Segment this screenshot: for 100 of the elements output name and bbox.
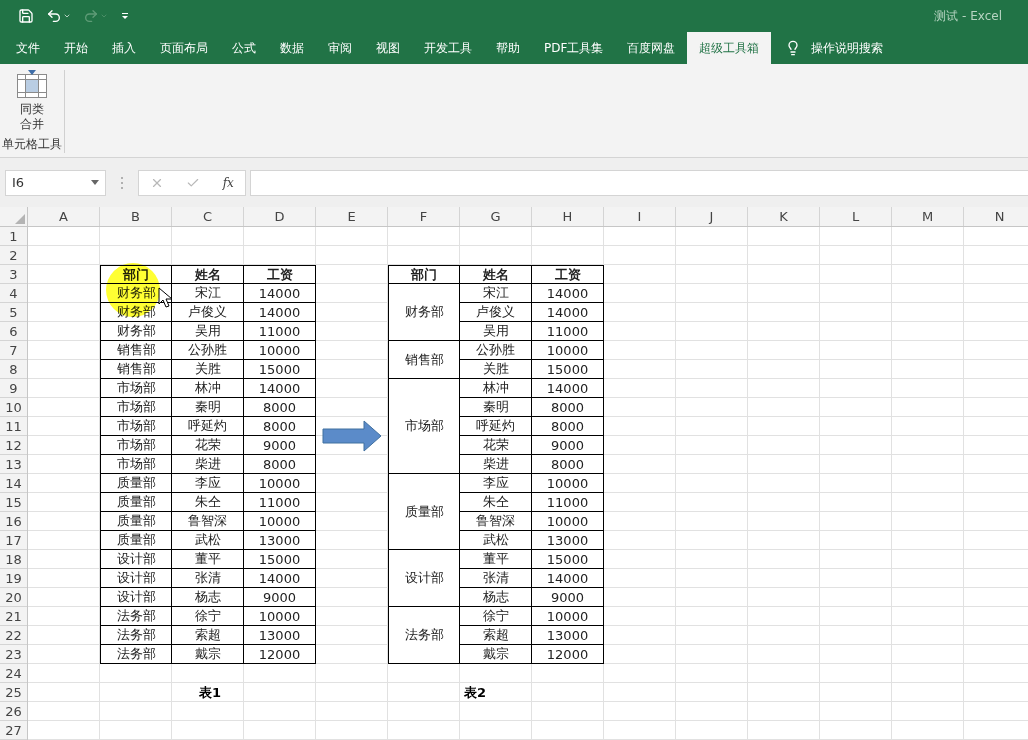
column-heading[interactable]: F bbox=[388, 207, 460, 226]
table-cell: 柴进 bbox=[172, 455, 244, 474]
table-cell: 索超 bbox=[460, 626, 532, 645]
ribbon-tab[interactable]: 数据 bbox=[268, 32, 316, 64]
table-cell: 15000 bbox=[244, 550, 316, 569]
table-cell: 秦明 bbox=[172, 398, 244, 417]
row-number[interactable]: 27 bbox=[0, 721, 27, 740]
row-number[interactable]: 11 bbox=[0, 417, 27, 436]
row-number[interactable]: 6 bbox=[0, 322, 27, 341]
table-caption: 表2 bbox=[463, 683, 488, 702]
column-heading[interactable]: E bbox=[316, 207, 388, 226]
ribbon-tab[interactable]: 页面布局 bbox=[148, 32, 220, 64]
table-cell: 13000 bbox=[244, 626, 316, 645]
row-number[interactable]: 7 bbox=[0, 341, 27, 360]
table-cell: 10000 bbox=[244, 474, 316, 493]
row-number[interactable]: 20 bbox=[0, 588, 27, 607]
row-number[interactable]: 15 bbox=[0, 493, 27, 512]
table-cell: 设计部 bbox=[100, 569, 172, 588]
column-heading[interactable]: A bbox=[28, 207, 100, 226]
name-box[interactable]: I6 bbox=[5, 169, 106, 196]
mouse-pointer-icon bbox=[158, 287, 174, 309]
table-cell: 11000 bbox=[244, 493, 316, 512]
table-cell: 公孙胜 bbox=[172, 341, 244, 360]
formula-input[interactable] bbox=[250, 169, 1028, 196]
ribbon-tab[interactable]: 文件 bbox=[4, 32, 52, 64]
merged-cell: 市场部 bbox=[388, 379, 460, 474]
row-number[interactable]: 23 bbox=[0, 645, 27, 664]
ribbon-tab[interactable]: 公式 bbox=[220, 32, 268, 64]
row-number[interactable]: 16 bbox=[0, 512, 27, 531]
table-cell: 14000 bbox=[532, 379, 604, 398]
column-heading[interactable]: J bbox=[676, 207, 748, 226]
table-cell: 吴用 bbox=[172, 322, 244, 341]
column-header: 姓名 bbox=[172, 265, 244, 284]
column-heading[interactable]: B bbox=[100, 207, 172, 226]
ribbon-button[interactable]: 同类合并 bbox=[20, 102, 44, 132]
table-cell: 法务部 bbox=[100, 607, 172, 626]
ribbon-tab[interactable]: 超级工具箱 bbox=[687, 32, 772, 64]
table-caption: 表1 bbox=[197, 683, 222, 702]
ribbon-tab[interactable]: 百度网盘 bbox=[615, 32, 688, 64]
table-cell: 质量部 bbox=[100, 531, 172, 550]
column-header: 部门 bbox=[388, 265, 460, 284]
row-number[interactable]: 4 bbox=[0, 284, 27, 303]
row-number[interactable]: 21 bbox=[0, 607, 27, 626]
ribbon-tab[interactable]: 视图 bbox=[364, 32, 412, 64]
column-heading[interactable]: D bbox=[244, 207, 316, 226]
table-cell: 质量部 bbox=[100, 474, 172, 493]
merged-cell: 质量部 bbox=[388, 474, 460, 550]
table-cell: 12000 bbox=[532, 645, 604, 664]
table-cell: 15000 bbox=[532, 360, 604, 379]
column-heading[interactable]: K bbox=[748, 207, 820, 226]
table-cell: 董平 bbox=[172, 550, 244, 569]
ribbon-tab[interactable]: 审阅 bbox=[316, 32, 364, 64]
row-number[interactable]: 8 bbox=[0, 360, 27, 379]
table-cell: 戴宗 bbox=[460, 645, 532, 664]
column-heading[interactable]: H bbox=[532, 207, 604, 226]
ribbon-tab[interactable]: 开始 bbox=[52, 32, 100, 64]
table-cell: 公孙胜 bbox=[460, 341, 532, 360]
row-number[interactable]: 12 bbox=[0, 436, 27, 455]
column-heading[interactable]: L bbox=[820, 207, 892, 226]
row-number[interactable]: 26 bbox=[0, 702, 27, 721]
caret-icon bbox=[100, 12, 108, 20]
row-number[interactable]: 3 bbox=[0, 265, 27, 284]
table-cell: 9000 bbox=[532, 436, 604, 455]
table-cell: 设计部 bbox=[100, 588, 172, 607]
row-number[interactable]: 10 bbox=[0, 398, 27, 417]
column-header: 工资 bbox=[244, 265, 316, 284]
row-number[interactable]: 25 bbox=[0, 683, 27, 702]
row-number[interactable]: 2 bbox=[0, 246, 27, 265]
insert-function-button[interactable]: fx bbox=[222, 175, 234, 190]
table-cell: 宋江 bbox=[460, 284, 532, 303]
column-heading[interactable]: G bbox=[460, 207, 532, 226]
column-heading[interactable]: I bbox=[604, 207, 676, 226]
row-number[interactable]: 22 bbox=[0, 626, 27, 645]
select-all-icon[interactable] bbox=[15, 214, 25, 224]
ribbon-tab[interactable]: 开发工具 bbox=[412, 32, 484, 64]
table-cell: 朱仝 bbox=[460, 493, 532, 512]
table-cell: 法务部 bbox=[100, 645, 172, 664]
column-heading[interactable]: C bbox=[172, 207, 244, 226]
table-cell: 林冲 bbox=[460, 379, 532, 398]
row-number[interactable]: 13 bbox=[0, 455, 27, 474]
row-number[interactable]: 14 bbox=[0, 474, 27, 493]
row-number[interactable]: 17 bbox=[0, 531, 27, 550]
table-cell: 林冲 bbox=[172, 379, 244, 398]
ribbon-tab[interactable]: PDF工具集 bbox=[532, 32, 616, 64]
table-cell: 8000 bbox=[244, 398, 316, 417]
row-number[interactable]: 9 bbox=[0, 379, 27, 398]
column-heading[interactable]: N bbox=[964, 207, 1028, 226]
row-number[interactable]: 18 bbox=[0, 550, 27, 569]
tell-me-search[interactable]: 操作说明搜索 bbox=[811, 39, 884, 57]
ribbon-tab[interactable]: 帮助 bbox=[484, 32, 532, 64]
table-cell: 13000 bbox=[532, 626, 604, 645]
row-number[interactable]: 1 bbox=[0, 227, 27, 246]
table-cell: 销售部 bbox=[100, 341, 172, 360]
row-number[interactable]: 24 bbox=[0, 664, 27, 683]
caret-icon bbox=[91, 180, 99, 185]
row-number[interactable]: 5 bbox=[0, 303, 27, 322]
column-heading[interactable]: M bbox=[892, 207, 964, 226]
row-number[interactable]: 19 bbox=[0, 569, 27, 588]
ribbon-tab[interactable]: 插入 bbox=[100, 32, 148, 64]
table-cell: 吴用 bbox=[460, 322, 532, 341]
